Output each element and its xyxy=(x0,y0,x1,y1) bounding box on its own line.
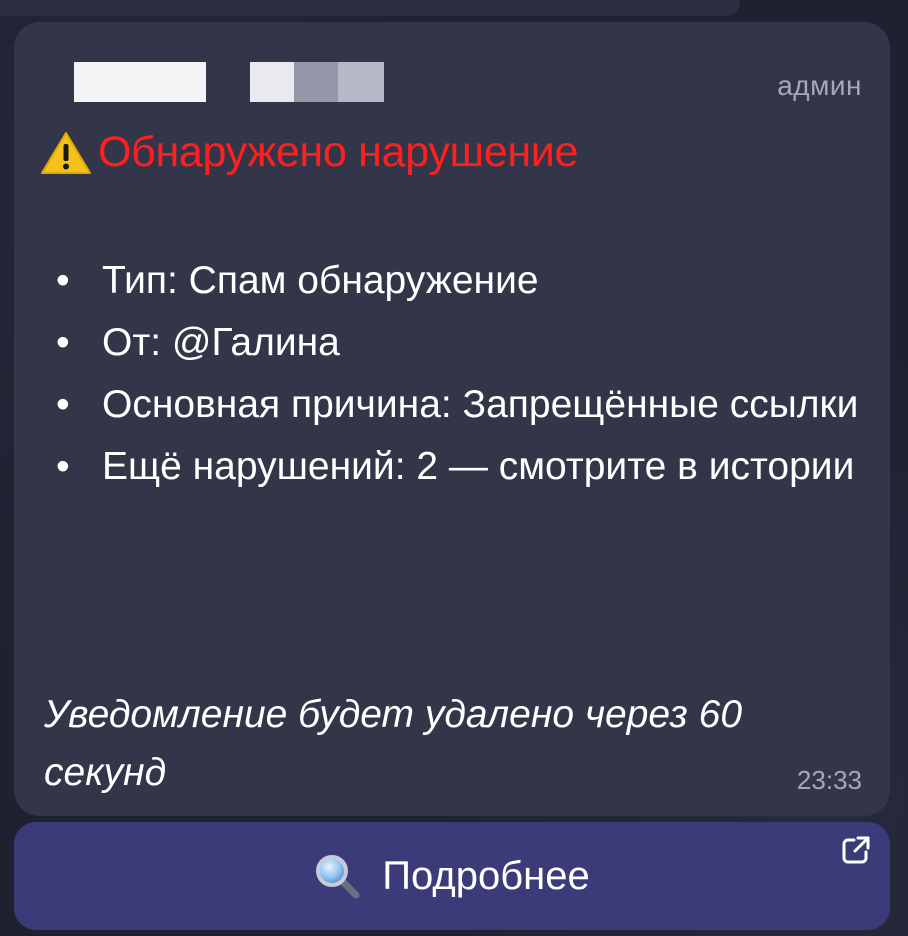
bullet: • xyxy=(56,445,70,488)
alert-title: Обнаружено нарушение xyxy=(98,128,579,176)
sender-name-redacted[interactable] xyxy=(74,62,384,102)
bullet: • xyxy=(56,321,70,364)
previous-message-bubble[interactable] xyxy=(0,0,740,16)
details-inline-button[interactable]: Подробнее xyxy=(14,822,890,930)
role-badge: админ xyxy=(777,70,862,101)
detail-from: • От: @Галина xyxy=(44,312,860,374)
detail-reason-text: Основная причина: Запрещённые ссылки xyxy=(102,383,859,426)
redaction-block xyxy=(250,62,294,102)
auto-delete-notice: Уведомление будет удалено через 60 секун… xyxy=(44,693,743,794)
redaction-block xyxy=(294,62,338,102)
detail-reason: • Основная причина: Запрещённые ссылки xyxy=(44,374,860,436)
bullet: • xyxy=(56,383,70,426)
detail-more: • Ещё нарушений: 2 — смотрите в истории xyxy=(44,436,860,498)
redaction-block xyxy=(338,62,384,102)
detail-type-text: Тип: Спам обнаружение xyxy=(102,259,539,302)
external-link-icon xyxy=(842,836,870,864)
message-bubble[interactable]: админ Обнаружено нарушение • Тип: Спам об… xyxy=(14,22,890,816)
redaction-block xyxy=(74,62,206,102)
warning-triangle-icon xyxy=(41,131,91,174)
alert-header: Обнаружено нарушение xyxy=(40,128,578,177)
message-time: 23:33 xyxy=(796,765,862,795)
bullet: • xyxy=(56,259,70,302)
details-button-label: Подробнее xyxy=(382,853,590,898)
detail-type: • Тип: Спам обнаружение xyxy=(44,250,860,312)
magnifier-icon xyxy=(316,855,360,899)
violation-details: • Тип: Спам обнаружение • От: @Галина • Осн… xyxy=(44,250,860,498)
detail-more-text: Ещё нарушений: 2 — смотрите в истории xyxy=(102,445,855,488)
detail-from-text: От: @Галина xyxy=(102,321,340,364)
